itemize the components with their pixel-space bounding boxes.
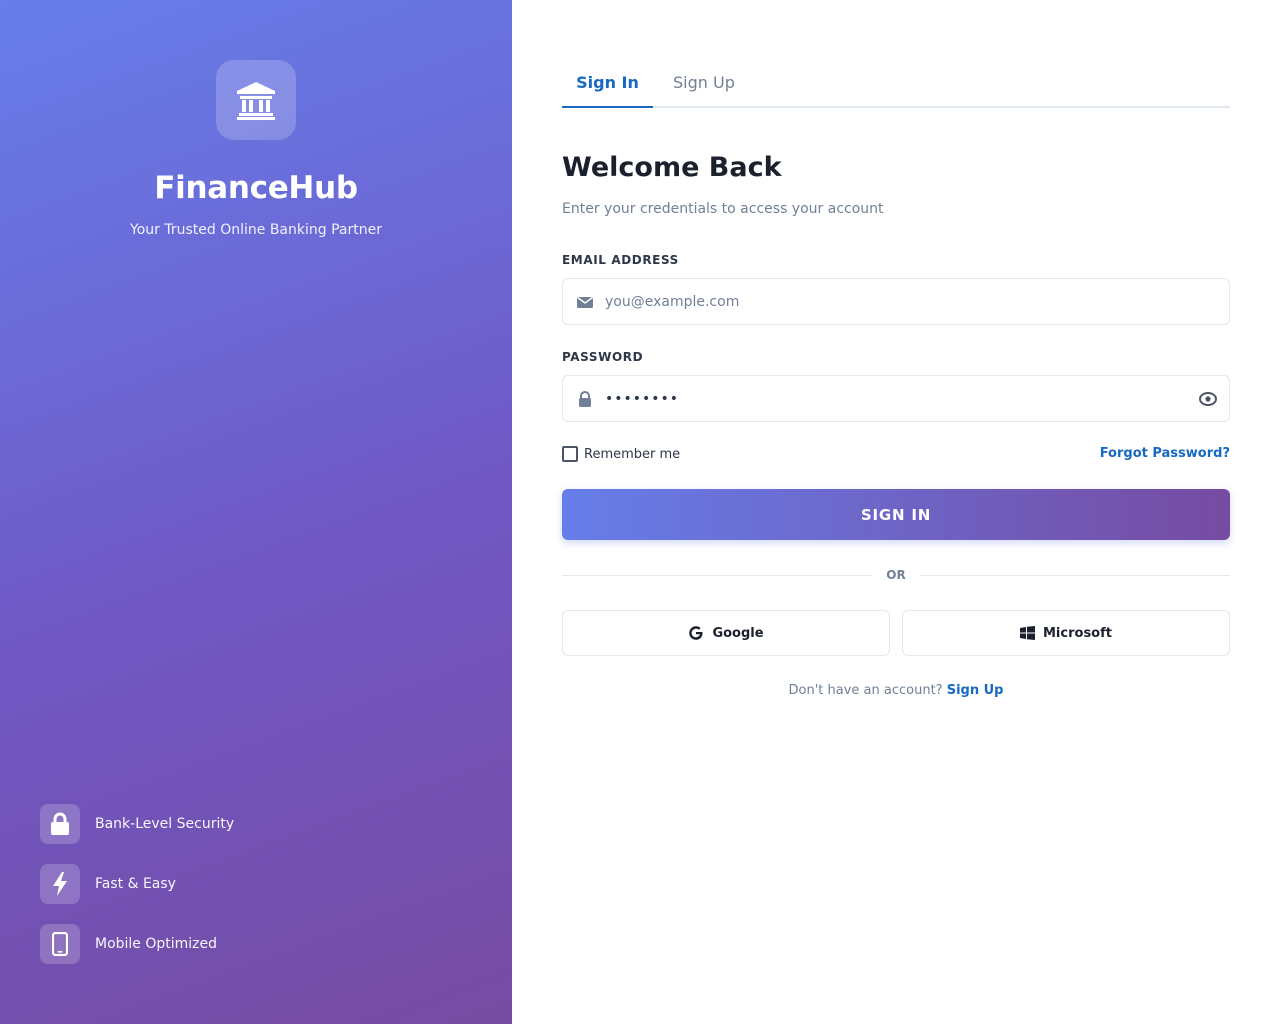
brand-panel: FinanceHub Your Trusted Online Banking P… [0,0,512,1024]
password-input[interactable] [605,376,1205,421]
signup-prompt: Don't have an account? Sign Up [562,683,1230,698]
google-icon [689,626,703,640]
bank-icon [237,82,275,120]
tab-sign-up[interactable]: Sign Up [673,58,735,108]
or-divider: OR [562,566,1230,584]
email-field-container [562,278,1230,325]
feature-label: Bank-Level Security [95,816,235,832]
envelope-icon [577,296,593,308]
tab-sign-in[interactable]: Sign In [562,58,653,108]
brand-tagline: Your Trusted Online Banking Partner [130,222,382,238]
microsoft-sign-in-button[interactable]: Microsoft [902,610,1230,656]
page-title: Welcome Back [562,152,782,183]
feature-mobile: Mobile Optimized [40,924,217,964]
eye-icon[interactable] [1199,391,1217,407]
or-label: OR [886,568,906,582]
lock-icon [579,391,591,407]
mobile-phone-icon [52,932,68,956]
windows-icon [1020,626,1035,640]
sign-up-link[interactable]: Sign Up [947,683,1004,698]
sign-in-button[interactable]: SIGN IN [562,489,1230,540]
microsoft-label: Microsoft [1043,625,1112,641]
remember-me-checkbox[interactable] [562,446,578,462]
password-label: PASSWORD [562,350,644,364]
auth-tabs: Sign In Sign Up [562,58,1230,108]
brand-logo [216,60,296,140]
google-label: Google [712,625,764,641]
email-label: EMAIL ADDRESS [562,253,679,267]
feature-label: Mobile Optimized [95,936,218,952]
feature-security: Bank-Level Security [40,804,234,844]
lock-icon [51,812,69,835]
page-subtitle: Enter your credentials to access your ac… [562,201,884,217]
email-input[interactable] [605,279,1205,324]
brand-name: FinanceHub [154,170,358,206]
password-field-container [562,375,1230,422]
feature-speed: Fast & Easy [40,864,176,904]
feature-label: Fast & Easy [95,876,176,892]
signup-prompt-text: Don't have an account? [788,683,943,698]
lightning-bolt-icon [53,872,67,896]
remember-me-label[interactable]: Remember me [584,447,680,462]
google-sign-in-button[interactable]: Google [562,610,890,656]
forgot-password-link[interactable]: Forgot Password? [1100,446,1230,461]
remember-me[interactable]: Remember me [562,446,680,462]
